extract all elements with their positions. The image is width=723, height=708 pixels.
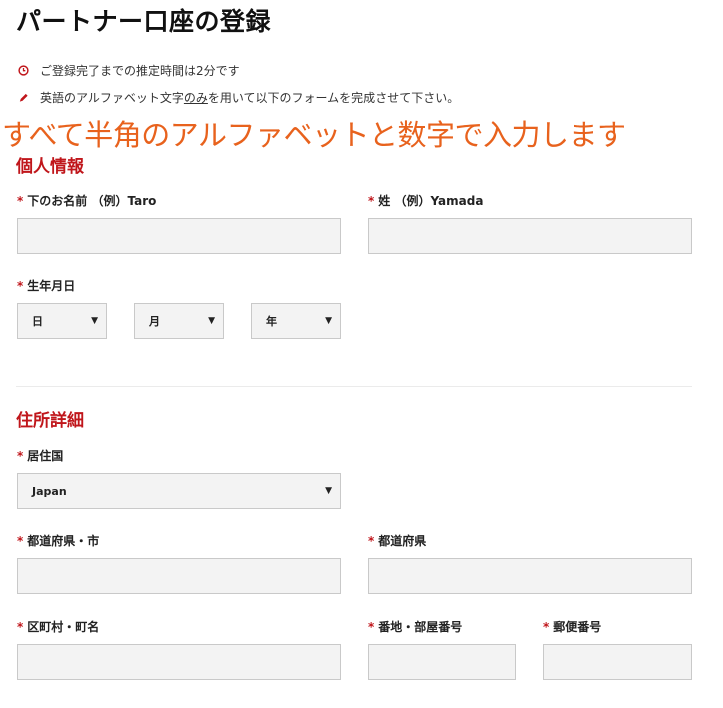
dropdown-arrow-icon: ▼ [208, 316, 215, 326]
required-mark: * [368, 534, 375, 548]
required-mark: * [17, 279, 24, 293]
time-estimate-note: ご登録完了までの推定時間は2分です [16, 62, 240, 79]
required-mark: * [368, 194, 375, 208]
city-label: * 都道府県・市 [17, 532, 99, 549]
last-name-label-text: 姓 （例）Yamada [378, 194, 484, 208]
dropdown-arrow-icon: ▼ [91, 316, 98, 326]
required-mark: * [368, 620, 375, 634]
time-estimate-text: ご登録完了までの推定時間は2分です [40, 64, 240, 78]
last-name-label: * 姓 （例）Yamada [368, 192, 483, 209]
clock-icon [16, 65, 30, 76]
city-field[interactable] [17, 558, 341, 594]
pencil-icon [16, 92, 30, 104]
day-select-value: 日 [32, 315, 43, 328]
district-label: * 区町村・町名 [17, 618, 99, 635]
street-field[interactable] [368, 644, 516, 680]
city-label-text: 都道府県・市 [27, 534, 100, 548]
day-select[interactable]: 日 ▼ [17, 303, 107, 339]
postal-code-field[interactable] [543, 644, 692, 680]
country-label: * 居住国 [17, 447, 63, 464]
last-name-field[interactable] [368, 218, 692, 254]
postal-code-label: * 郵便番号 [543, 618, 601, 635]
dob-label-text: 生年月日 [27, 279, 76, 293]
country-select-value: Japan [32, 484, 67, 498]
instructions-text-emphasis: のみ [183, 91, 208, 105]
first-name-label-text: 下のお名前 （例）Taro [27, 194, 157, 208]
prefecture-label: * 都道府県 [368, 532, 426, 549]
street-label-text: 番地・部屋番号 [378, 620, 463, 634]
dropdown-arrow-icon: ▼ [325, 486, 332, 496]
first-name-label: * 下のお名前 （例）Taro [17, 192, 156, 209]
page-title: パートナー口座の登録 [16, 7, 272, 36]
first-name-field[interactable] [17, 218, 341, 254]
street-label: * 番地・部屋番号 [368, 618, 462, 635]
year-select-value: 年 [266, 315, 277, 328]
required-mark: * [543, 620, 550, 634]
country-label-text: 居住国 [27, 449, 64, 463]
prefecture-field[interactable] [368, 558, 692, 594]
required-mark: * [17, 449, 24, 463]
month-select-value: 月 [149, 315, 160, 328]
overlay-annotation: すべて半角のアルファベットと数字で入力します [2, 118, 626, 152]
country-select[interactable]: Japan ▼ [17, 473, 341, 509]
address-heading: 住所詳細 [16, 411, 84, 431]
section-divider [16, 386, 692, 387]
dropdown-arrow-icon: ▼ [325, 316, 332, 326]
month-select[interactable]: 月 ▼ [134, 303, 224, 339]
year-select[interactable]: 年 ▼ [251, 303, 341, 339]
instructions-text-after: を用いて以下のフォームを完成させて下さい。 [207, 91, 460, 105]
required-mark: * [17, 534, 24, 548]
instructions-note: 英語のアルファベット文字 のみ を用いて以下のフォームを完成させて下さい。 [16, 89, 459, 106]
required-mark: * [17, 620, 24, 634]
district-label-text: 区町村・町名 [27, 620, 100, 634]
district-field[interactable] [17, 644, 341, 680]
personal-info-heading: 個人情報 [16, 157, 84, 177]
dob-label: * 生年月日 [17, 277, 75, 294]
postal-code-label-text: 郵便番号 [553, 620, 602, 634]
prefecture-label-text: 都道府県 [378, 534, 427, 548]
instructions-text-before: 英語のアルファベット文字 [40, 91, 184, 105]
required-mark: * [17, 194, 24, 208]
